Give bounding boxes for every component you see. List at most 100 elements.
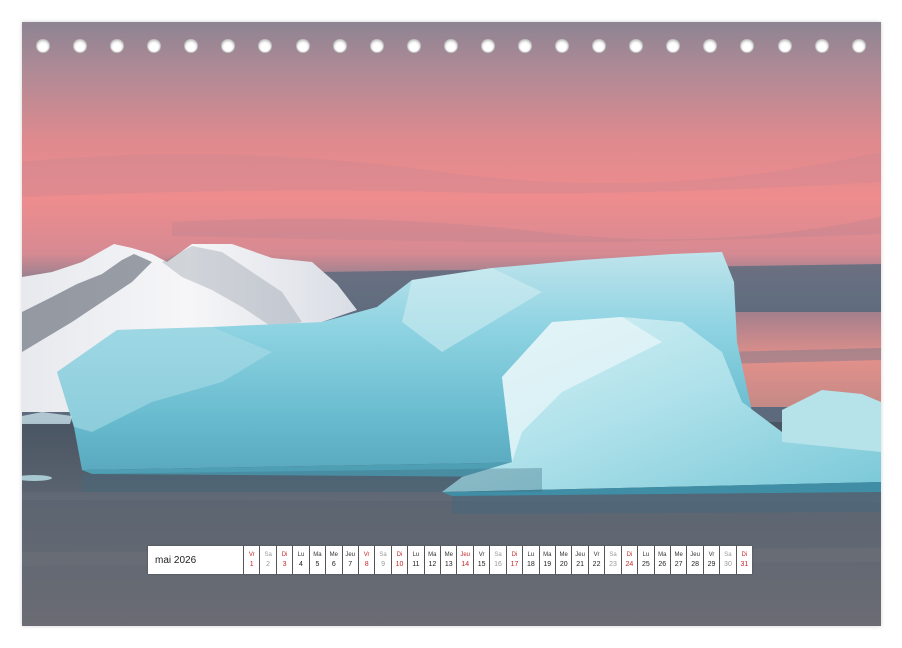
binding-hole [258,39,273,53]
day-cell: Vr 22 [587,546,604,574]
day-cells: Vr 1 Sa 2 Di 3 Lu 4 Ma 5 Me 6 Jeu 7 Vr 8 Sa 9 Di 10 Lu 11 Ma 12… [243,546,752,574]
binding-hole [480,39,495,53]
day-name: Di [281,552,288,558]
day-name: Me [444,552,453,558]
day-name: Di [396,552,403,558]
day-cell: Di 24 [620,546,637,574]
day-cell: Sa 30 [719,546,735,574]
day-name: Ma [313,552,322,558]
day-cell: Sa 16 [489,546,505,574]
day-number: 26 [658,561,667,568]
day-number: 16 [494,561,502,568]
day-cell: Lu 4 [292,546,308,574]
day-name: Lu [642,552,650,558]
day-name: Vr [708,552,715,558]
binding-hole [332,39,347,53]
day-number: 29 [707,561,716,568]
binding-hole [814,39,829,53]
day-cell: Di 17 [505,546,522,574]
day-number: 9 [381,561,386,568]
day-name: Me [329,552,338,558]
day-number: 2 [266,561,271,568]
day-cell: Ma 5 [308,546,325,574]
day-cell: Lu 25 [637,546,653,574]
day-number: 14 [461,561,470,568]
binding-hole [777,39,792,53]
day-cell: Vr 8 [357,546,374,574]
day-number: 3 [282,561,287,568]
day-name: Sa [724,552,732,558]
binding-holes [36,39,866,57]
day-number: 7 [348,561,353,568]
day-number: 19 [543,561,552,568]
day-number: 20 [559,561,568,568]
day-number: 17 [510,561,519,568]
day-cell: Di 31 [735,546,752,574]
day-number: 4 [299,561,303,568]
day-number: 21 [576,561,585,568]
binding-hole [184,39,199,53]
day-number: 5 [315,561,320,568]
day-number: 10 [395,561,404,568]
day-number: 24 [625,561,634,568]
binding-hole [406,39,421,53]
iceberg-photo [22,22,881,626]
binding-hole [443,39,458,53]
binding-hole [36,39,50,53]
month-label: mai 2026 [155,554,197,566]
day-name: Sa [264,552,272,558]
day-cell: Jeu 14 [456,546,472,574]
day-number: 1 [249,561,254,568]
day-cell: Ma 12 [423,546,440,574]
day-cell: Ma 19 [538,546,555,574]
day-number: 27 [674,561,683,568]
day-number: 13 [444,561,453,568]
binding-hole [110,39,125,53]
day-cell: Lu 11 [407,546,423,574]
day-name: Ma [543,552,552,558]
binding-hole [703,39,718,53]
day-number: 11 [412,561,420,568]
day-name: Me [674,552,683,558]
binding-hole [592,39,607,53]
day-number: 25 [641,561,650,568]
day-name: Sa [609,552,617,558]
day-name: Ma [658,552,667,558]
day-cell: Me 20 [555,546,571,574]
day-number: 22 [592,561,601,568]
day-cell: Jeu 21 [571,546,587,574]
binding-hole [369,39,384,53]
day-name: Lu [297,552,305,558]
day-number: 18 [526,561,535,568]
day-name: Di [626,552,633,558]
day-cell: Di 3 [275,546,292,574]
day-number: 12 [428,561,437,568]
day-name: Lu [412,552,420,558]
day-cell: Di 10 [390,546,407,574]
day-cell: Sa 2 [259,546,275,574]
day-cell: Ma 26 [653,546,670,574]
binding-hole [295,39,310,53]
binding-hole [740,39,755,53]
day-cell: Me 13 [440,546,456,574]
day-name: Jeu [460,552,471,558]
day-name: Vr [363,552,370,558]
day-name: Di [511,552,518,558]
day-name: Jeu [690,552,700,558]
day-number: 6 [331,561,336,568]
day-cell: Lu 18 [522,546,538,574]
day-number: 23 [609,561,617,568]
day-number: 28 [691,561,699,568]
day-cell: Me 6 [325,546,341,574]
day-name: Ma [428,552,437,558]
binding-hole [518,39,533,53]
day-number: 8 [364,561,369,568]
day-name: Sa [379,552,387,558]
binding-hole [629,39,644,53]
day-cell: Sa 23 [604,546,620,574]
day-cell: Sa 9 [374,546,390,574]
day-cell: Me 27 [669,546,686,574]
day-name: Jeu [575,552,585,558]
day-name: Sa [494,552,502,558]
binding-hole [666,39,681,53]
